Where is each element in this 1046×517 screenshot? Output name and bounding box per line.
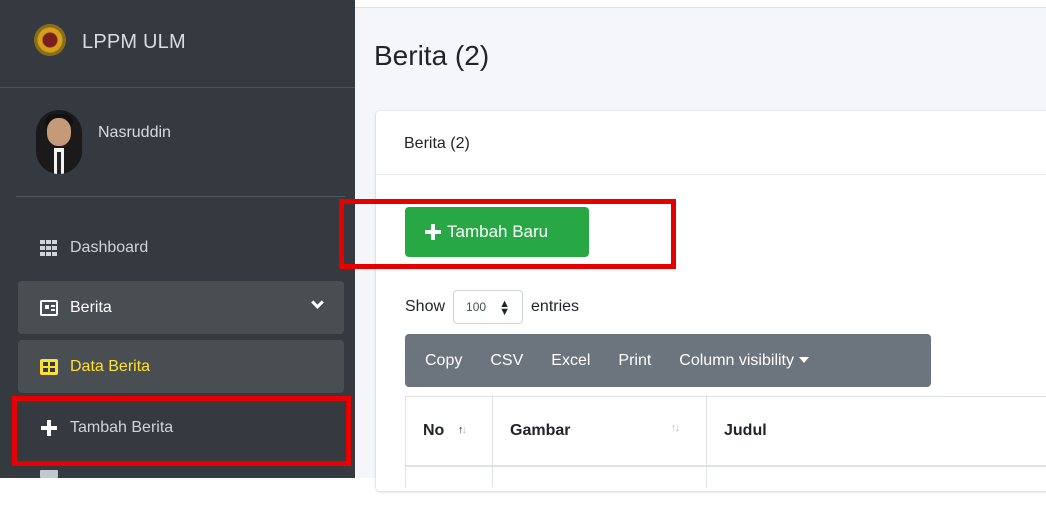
user-divider	[16, 196, 345, 197]
table-row	[405, 467, 1046, 487]
excel-button[interactable]: Excel	[537, 352, 604, 370]
sidebar-item-label: Berita	[70, 298, 112, 316]
export-button-group: Copy CSV Excel Print Column visibility	[405, 334, 931, 387]
entries-label: entries	[531, 298, 580, 315]
column-header-label: Gambar	[510, 422, 571, 439]
sort-asc-icon: ↑↓	[458, 424, 467, 436]
print-button[interactable]: Print	[604, 352, 665, 370]
entries-length-control: Show 100 ▲ ▼ entries	[405, 289, 579, 325]
top-navbar	[355, 0, 1046, 8]
card-title: Berita (2)	[404, 135, 470, 152]
university-logo	[34, 24, 66, 56]
avatar[interactable]	[36, 110, 82, 174]
entries-select[interactable]: 100 ▲ ▼	[453, 290, 524, 324]
caret-down-icon	[799, 357, 809, 364]
user-name[interactable]: Nasruddin	[98, 124, 171, 142]
berita-table: No ↑↓ Gambar ↑↓ Judul	[405, 396, 1046, 517]
brand-text: LPPM ULM	[82, 31, 186, 53]
column-header-judul[interactable]: Judul	[706, 397, 1046, 467]
berita-card: Berita (2) Tambah Baru Show 100 ▲ ▼ entri…	[376, 111, 1046, 491]
column-header-gambar[interactable]: Gambar ↑↓	[492, 397, 706, 467]
chevron-down-icon	[311, 296, 324, 309]
entries-select-value: 100	[466, 300, 487, 314]
brand-link[interactable]: LPPM ULM	[0, 0, 355, 88]
highlight-box-add-button	[339, 199, 676, 269]
column-visibility-button[interactable]: Column visibility	[665, 352, 823, 370]
sidebar-next-item-icon	[40, 470, 58, 478]
page-title: Berita (2)	[374, 40, 490, 71]
column-header-label: No	[423, 422, 445, 439]
sidebar-item-label: Dashboard	[70, 238, 149, 256]
select-caret-icon: ▲ ▼	[499, 298, 511, 318]
grid-icon	[40, 239, 58, 256]
csv-button[interactable]: CSV	[476, 352, 537, 370]
sort-icon: ↑↓	[671, 422, 680, 434]
newspaper-icon	[40, 299, 58, 316]
sidebar-item-berita[interactable]: Berita	[18, 281, 344, 334]
sidebar-item-dashboard[interactable]: Dashboard	[18, 221, 344, 274]
user-panel: Nasruddin	[0, 88, 355, 198]
table-icon	[40, 358, 58, 375]
column-header-no[interactable]: No ↑↓	[405, 397, 492, 467]
show-label: Show	[405, 298, 446, 315]
highlight-box-tambah-berita	[12, 396, 351, 466]
column-header-label: Judul	[724, 422, 767, 439]
sidebar-item-data-berita[interactable]: Data Berita	[18, 340, 344, 393]
card-header: Berita (2)	[376, 111, 1046, 175]
column-visibility-label: Column visibility	[679, 351, 794, 369]
copy-button[interactable]: Copy	[411, 352, 476, 370]
sidebar-item-label: Data Berita	[70, 357, 151, 375]
